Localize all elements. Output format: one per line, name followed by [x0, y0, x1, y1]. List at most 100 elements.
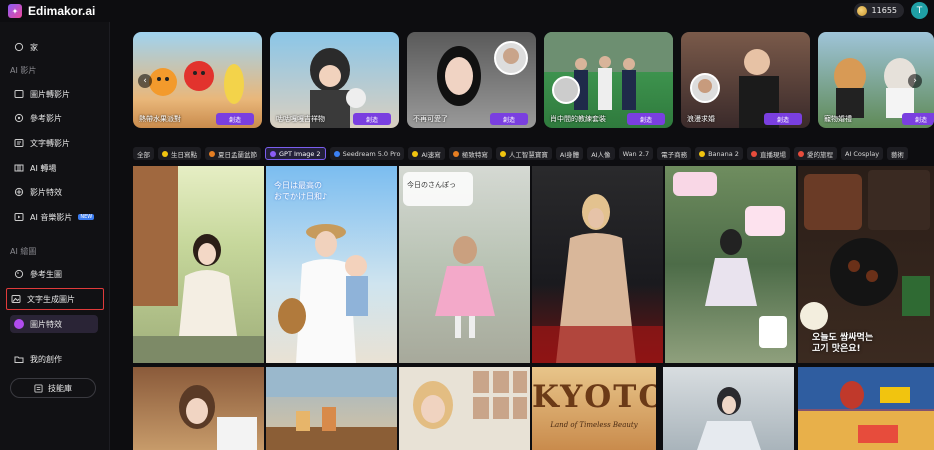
category-label: AI身體: [559, 150, 580, 159]
category-label: 人工智慧寶寶: [508, 150, 548, 159]
create-button[interactable]: 創造: [627, 113, 665, 125]
sidebar-item-label: 家: [30, 42, 38, 52]
gallery-item[interactable]: [133, 166, 264, 363]
sidebar-item-text-to-video[interactable]: 文字轉影片: [10, 134, 102, 152]
template-card[interactable]: 熱帶水果派對 創造: [133, 32, 262, 128]
category-chip[interactable]: AI Cosplay: [840, 147, 884, 160]
category-chip[interactable]: 全部: [133, 147, 154, 160]
category-chip[interactable]: 電子商務: [657, 147, 692, 160]
gallery-item[interactable]: [663, 367, 794, 450]
gallery-item[interactable]: [798, 367, 934, 450]
gallery-item[interactable]: [399, 367, 530, 450]
category-chip[interactable]: 極致特寫: [448, 147, 492, 160]
image-effects-icon: [14, 319, 24, 329]
library-icon: [34, 383, 43, 393]
gallery-item[interactable]: [133, 367, 264, 450]
brand-logo-icon[interactable]: ✦: [8, 4, 22, 18]
category-label: AI人像: [591, 150, 611, 159]
category-chip[interactable]: 夏日孟蘭盆節: [205, 147, 261, 160]
category-icon: [209, 150, 215, 157]
category-chip[interactable]: Seedream 5.0 Pro: [329, 147, 405, 160]
sidebar-item-video-effects[interactable]: 影片特效: [10, 183, 102, 201]
create-button[interactable]: 創造: [353, 113, 391, 125]
gallery-item[interactable]: [266, 367, 397, 450]
category-icon: [797, 150, 804, 157]
text-video-icon: [14, 138, 24, 148]
credits-counter[interactable]: 11655: [853, 3, 904, 18]
category-chip[interactable]: Banana 2: [695, 147, 743, 160]
top-bar: ✦ Edimakor.ai 11655 T: [0, 0, 934, 22]
create-button[interactable]: 創造: [902, 113, 934, 125]
sidebar-item-label: 圖片特效: [30, 319, 62, 329]
category-chip[interactable]: 生日寫點: [158, 147, 201, 160]
category-chip[interactable]: 人工智慧寶寶: [495, 147, 552, 160]
template-card[interactable]: 不再可愛了 創造: [407, 32, 536, 128]
gallery-item[interactable]: 오늘도 쌈싸먹는 고기 맛은요!: [798, 166, 934, 363]
sidebar-item-label: 文字轉影片: [30, 138, 70, 148]
category-chip[interactable]: AI人像: [587, 147, 615, 160]
category-chip[interactable]: 愛的旅程: [793, 147, 837, 160]
gallery-item[interactable]: 今日のさんぽっ: [399, 166, 530, 363]
template-card[interactable]: 浪漫求婚 創造: [681, 32, 810, 128]
carousel-prev-button[interactable]: ‹: [138, 74, 152, 88]
category-label: GPT Image 2: [279, 149, 321, 158]
sidebar-item-text-to-image[interactable]: 文字生成圖片: [6, 288, 104, 310]
sidebar-item-my-creations[interactable]: 我的創作: [10, 350, 102, 368]
brand-name[interactable]: Edimakor.ai: [28, 4, 95, 18]
card-caption: 咕咕嘎嘎吉祥物: [276, 115, 325, 123]
category-chip[interactable]: GPT Image 2: [265, 147, 326, 160]
carousel-next-button[interactable]: ›: [908, 74, 922, 88]
category-icon: [499, 150, 506, 157]
category-label: Seedream 5.0 Pro: [342, 149, 401, 158]
sidebar-item-image-to-video[interactable]: 圖片轉影片: [10, 85, 102, 103]
sidebar-item-label: 文字生成圖片: [27, 294, 75, 304]
music-video-icon: [14, 212, 24, 222]
category-label: 極致特寫: [461, 150, 488, 159]
card-caption: 寵物婚禮: [824, 115, 852, 123]
new-badge: NEW: [78, 214, 95, 220]
home-icon: [14, 42, 24, 52]
comic-hero-image: [798, 367, 934, 450]
sidebar-item-reference-video[interactable]: 參考影片: [10, 109, 102, 127]
category-chip[interactable]: AI身體: [555, 147, 584, 160]
asset-library-label: 技能庫: [48, 383, 72, 393]
effects-icon: [14, 187, 24, 197]
headshot-grid-image: [413, 371, 527, 429]
category-label: 愛的旅程: [806, 150, 833, 159]
category-icon: [270, 150, 276, 157]
sidebar-item-reference-image[interactable]: 參考生圖: [10, 265, 102, 283]
sidebar-item-home[interactable]: 家: [10, 38, 102, 56]
sidebar-item-ai-transition[interactable]: AI 轉場: [10, 159, 102, 177]
user-avatar[interactable]: T: [911, 2, 928, 19]
create-button[interactable]: 創造: [216, 113, 254, 125]
sidebar-item-label: 參考影片: [30, 113, 62, 123]
category-label: AI Cosplay: [844, 149, 880, 158]
create-button[interactable]: 創造: [490, 113, 528, 125]
folder-icon: [14, 354, 24, 364]
cafe-portrait-image: [179, 385, 257, 450]
category-label: 藝術: [891, 150, 905, 159]
image-icon: [14, 89, 24, 99]
card-caption: 不再可愛了: [413, 115, 448, 123]
text-image-icon: [11, 294, 21, 304]
gallery-item[interactable]: [665, 166, 796, 363]
kyoto-title: KYOTO: [532, 379, 656, 415]
gallery-item[interactable]: 今日は最高の おでかけ日和♪: [266, 166, 397, 363]
category-chip[interactable]: 直播現場: [746, 147, 790, 160]
template-card[interactable]: 咕咕嘎嘎吉祥物 創造: [270, 32, 399, 128]
sidebar-item-label: 我的創作: [30, 354, 62, 364]
section-label-ai-video: AI 影片: [10, 66, 37, 75]
category-label: 電子商務: [661, 150, 688, 159]
jp-caption: 今日は最高の おでかけ日和♪: [274, 181, 328, 201]
create-button[interactable]: 創造: [764, 113, 802, 125]
category-chip[interactable]: AI速寫: [408, 147, 445, 160]
category-chip[interactable]: 藝術: [887, 147, 909, 160]
sidebar: 家 AI 影片 圖片轉影片 參考影片 文字轉影片 AI 轉場 影片特效 AI 音…: [0, 22, 110, 450]
sidebar-item-ai-music-video[interactable]: AI 音樂影片 NEW: [10, 208, 102, 226]
gallery-item[interactable]: [532, 166, 663, 363]
sidebar-item-image-effects[interactable]: 圖片特效: [10, 315, 98, 333]
category-chip[interactable]: Wan 2.7: [618, 147, 654, 160]
template-card[interactable]: 肖中間的教練套裝 創造: [544, 32, 673, 128]
asset-library-button[interactable]: 技能庫: [10, 378, 96, 398]
gallery-item[interactable]: KYOTO Land of Timeless Beauty: [532, 367, 656, 450]
